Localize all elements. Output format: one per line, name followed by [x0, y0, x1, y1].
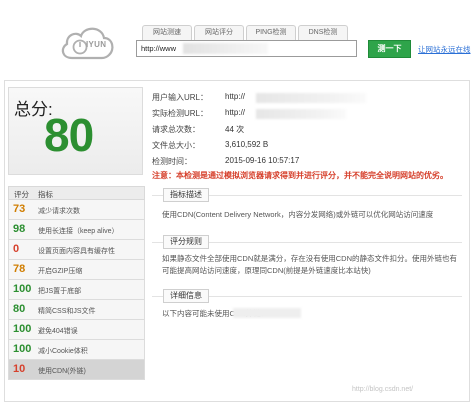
- info-value: http://: [225, 92, 246, 101]
- list-item[interactable]: 80 精简CSS和JS文件: [8, 300, 145, 320]
- item-label: 使用CDN(外链): [38, 368, 86, 375]
- item-label: 把JS置于底部: [38, 288, 82, 295]
- item-score: 100: [13, 283, 32, 295]
- list-item-selected[interactable]: 10 使用CDN(外链): [8, 360, 145, 380]
- redacted-detail: [233, 308, 301, 318]
- item-label: 开启GZIP压缩: [38, 268, 83, 275]
- header-metric: 指标: [38, 190, 53, 199]
- test-button[interactable]: 测一下: [368, 40, 411, 58]
- item-label: 设置页面内容具有缓存性: [38, 248, 115, 255]
- redacted-url: [256, 93, 366, 103]
- item-score: 100: [13, 323, 32, 335]
- info-value: 44 次: [225, 125, 245, 134]
- metric-list: 评分 指标 73 减少请求次数 98 使用长连接（keep alive） 0 设…: [8, 186, 145, 380]
- detail-text: 以下内容可能未使用CDN外链：: [162, 309, 269, 318]
- detail-title: 详细信息: [163, 289, 209, 303]
- info-value: 3,610,592 B: [225, 140, 269, 149]
- item-score: 100: [13, 343, 32, 355]
- notice-text: 注意：本检测是通过模拟浏览器请求得到并进行评分，并不能完全说明网站的优劣。: [152, 171, 448, 180]
- list-item[interactable]: 100 把JS置于底部: [8, 280, 145, 300]
- tab-dns[interactable]: DNS检测: [298, 25, 348, 40]
- redacted-url: [256, 109, 346, 119]
- tab-bar: 网站测速 网站评分 PING检测 DNS检测: [142, 25, 350, 40]
- watermark: http://blog.csdn.net/: [352, 386, 414, 393]
- rule-title: 评分规则: [163, 235, 209, 249]
- item-score: 0: [13, 243, 20, 255]
- indicator-title: 指标描述: [163, 188, 209, 202]
- score-value: 80: [44, 109, 94, 161]
- promo-link[interactable]: 让网站永远在线: [418, 44, 471, 55]
- item-score: 80: [13, 303, 26, 315]
- list-item[interactable]: 0 设置页面内容具有缓存性: [8, 240, 145, 260]
- list-header: 评分 指标: [8, 186, 145, 200]
- item-score: 10: [13, 363, 26, 375]
- tab-speed-test[interactable]: 网站测速: [142, 25, 192, 40]
- tab-ping[interactable]: PING检测: [246, 25, 296, 40]
- item-label: 减少请求次数: [38, 208, 80, 215]
- logo-text: IYUN: [86, 40, 107, 49]
- info-label: 文件总大小：: [152, 141, 200, 150]
- item-score: 78: [13, 263, 26, 275]
- header-score: 评分: [14, 190, 29, 199]
- info-label: 用户输入URL：: [152, 93, 209, 102]
- list-item[interactable]: 78 开启GZIP压缩: [8, 260, 145, 280]
- item-score: 98: [13, 223, 26, 235]
- item-label: 使用长连接（keep alive）: [38, 228, 119, 235]
- rule-text: 如果静态文件全部使用CDN就是满分，存在没有使用CDN的静态文件扣分。使用外链也…: [162, 254, 457, 275]
- item-label: 避免404错误: [38, 328, 78, 335]
- item-label: 精简CSS和JS文件: [38, 308, 96, 315]
- info-label: 实际检测URL：: [152, 109, 209, 118]
- indicator-text: 使用CDN(Content Delivery Network，内容分发网络)或外…: [162, 210, 434, 219]
- item-score: 73: [13, 203, 26, 215]
- tab-site-score[interactable]: 网站评分: [194, 25, 244, 40]
- list-item[interactable]: 73 减少请求次数: [8, 200, 145, 220]
- info-label: 检测时间：: [152, 157, 192, 166]
- info-label: 请求总次数：: [152, 125, 200, 134]
- list-item[interactable]: 98 使用长连接（keep alive）: [8, 220, 145, 240]
- info-value: http://: [225, 108, 246, 117]
- list-item[interactable]: 100 避免404错误: [8, 320, 145, 340]
- redacted-url: [183, 43, 268, 54]
- list-item[interactable]: 100 减小Cookie体积: [8, 340, 145, 360]
- item-label: 减小Cookie体积: [38, 348, 88, 355]
- info-value: 2015-09-16 10:57:17: [225, 156, 300, 165]
